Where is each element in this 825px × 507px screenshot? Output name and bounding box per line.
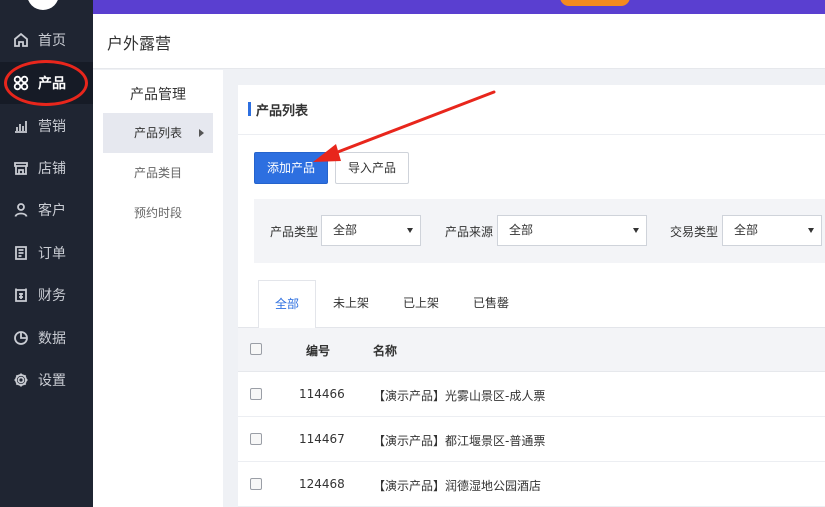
nav-item-label: 店铺 [38,161,66,177]
trade-type-select[interactable]: 全部 [722,215,822,246]
user-icon [12,201,30,219]
chevron-down-icon [633,228,639,233]
tab-all[interactable]: 全部 [258,280,316,329]
nav-item-settings[interactable]: 设置 [0,359,93,401]
nav-item-store[interactable]: 店铺 [0,147,93,189]
nav-item-label: 首页 [38,33,66,49]
product-grid-icon [12,74,30,92]
page-header: 户外露营 [93,14,825,69]
panel-title: 产品列表 [256,104,309,119]
order-icon [12,244,30,262]
panel-title-bar: 产品列表 [238,85,825,135]
column-header-code: 编号 [306,344,331,358]
sub-nav-item-booking-slots[interactable]: 预约时段 [103,193,213,233]
page-title: 户外露营 [107,34,172,53]
pie-chart-icon [12,329,30,347]
home-icon [12,31,30,49]
nav-item-label: 产品 [38,76,66,92]
store-icon [12,159,30,177]
sub-nav-item-product-category[interactable]: 产品类目 [103,153,213,193]
trade-type-label: 交易类型 [670,225,719,239]
nav-item-label: 设置 [38,373,66,389]
nav-item-order[interactable]: 订单 [0,232,93,274]
sub-nav-item-product-list[interactable]: 产品列表 [103,113,213,153]
chevron-down-icon [407,228,413,233]
product-source-select[interactable]: 全部 [497,215,647,246]
nav-item-label: 订单 [38,246,66,262]
nav-item-data[interactable]: 数据 [0,317,93,359]
bar-chart-icon [12,117,30,135]
product-code: 114467 [299,432,345,446]
avatar[interactable] [27,0,59,10]
nav-item-marketing[interactable]: 营销 [0,105,93,147]
chevron-down-icon [808,228,814,233]
product-code: 114466 [299,387,345,401]
main-nav: 首页 产品 营销 店铺 客户 订单 财务 数据 设置 [0,0,93,507]
nav-item-label: 数据 [38,331,66,347]
row-checkbox[interactable] [250,388,262,400]
gear-icon [12,371,30,389]
status-tabs: 全部 未上架 已上架 已售罄 [238,280,825,329]
row-checkbox[interactable] [250,433,262,445]
nav-item-customer[interactable]: 客户 [0,189,93,231]
table-row[interactable]: 114467 【演示产品】都江堰景区-普通票 [238,417,825,462]
sub-nav: 产品管理 产品列表 产品类目 预约时段 [93,70,223,507]
nav-item-label: 营销 [38,119,66,135]
row-checkbox[interactable] [250,478,262,490]
select-all-checkbox[interactable] [250,343,262,355]
tab-listed[interactable]: 已上架 [392,280,450,328]
tab-sold-out[interactable]: 已售罄 [462,280,520,328]
nav-item-product[interactable]: 产品 [0,62,93,104]
title-accent-bar [248,102,251,116]
product-type-value: 全部 [333,223,358,237]
add-product-button[interactable]: 添加产品 [254,152,328,184]
nav-item-label: 客户 [38,203,66,219]
product-name[interactable]: 【演示产品】润德湿地公园酒店 [373,477,541,494]
product-source-label: 产品来源 [445,225,494,239]
table-row[interactable]: 114466 【演示产品】光雾山景区-成人票 [238,372,825,417]
import-product-button[interactable]: 导入产品 [335,152,409,184]
product-code: 124468 [299,477,345,491]
column-header-name: 名称 [373,344,398,358]
tab-not-listed[interactable]: 未上架 [322,280,380,328]
top-bar [93,0,825,14]
product-name[interactable]: 【演示产品】都江堰景区-普通票 [373,432,545,449]
top-bar-action[interactable] [560,0,630,6]
product-type-label: 产品类型 [270,225,319,239]
sub-nav-group-title: 产品管理 [130,87,186,103]
finance-icon [12,286,30,304]
product-source-value: 全部 [509,223,534,237]
nav-item-home[interactable]: 首页 [0,19,93,61]
product-list-panel: 产品列表 添加产品 导入产品 产品类型 全部 产品来源 全部 交易类型 全部 全… [238,85,825,507]
filter-bar: 产品类型 全部 产品来源 全部 交易类型 全部 [254,199,825,263]
table-header: 编号 名称 [238,328,825,372]
trade-type-value: 全部 [734,223,759,237]
product-name[interactable]: 【演示产品】光雾山景区-成人票 [373,387,545,404]
nav-item-label: 财务 [38,288,66,304]
table-row[interactable]: 124468 【演示产品】润德湿地公园酒店 [238,462,825,507]
product-type-select[interactable]: 全部 [321,215,421,246]
nav-item-finance[interactable]: 财务 [0,274,93,316]
